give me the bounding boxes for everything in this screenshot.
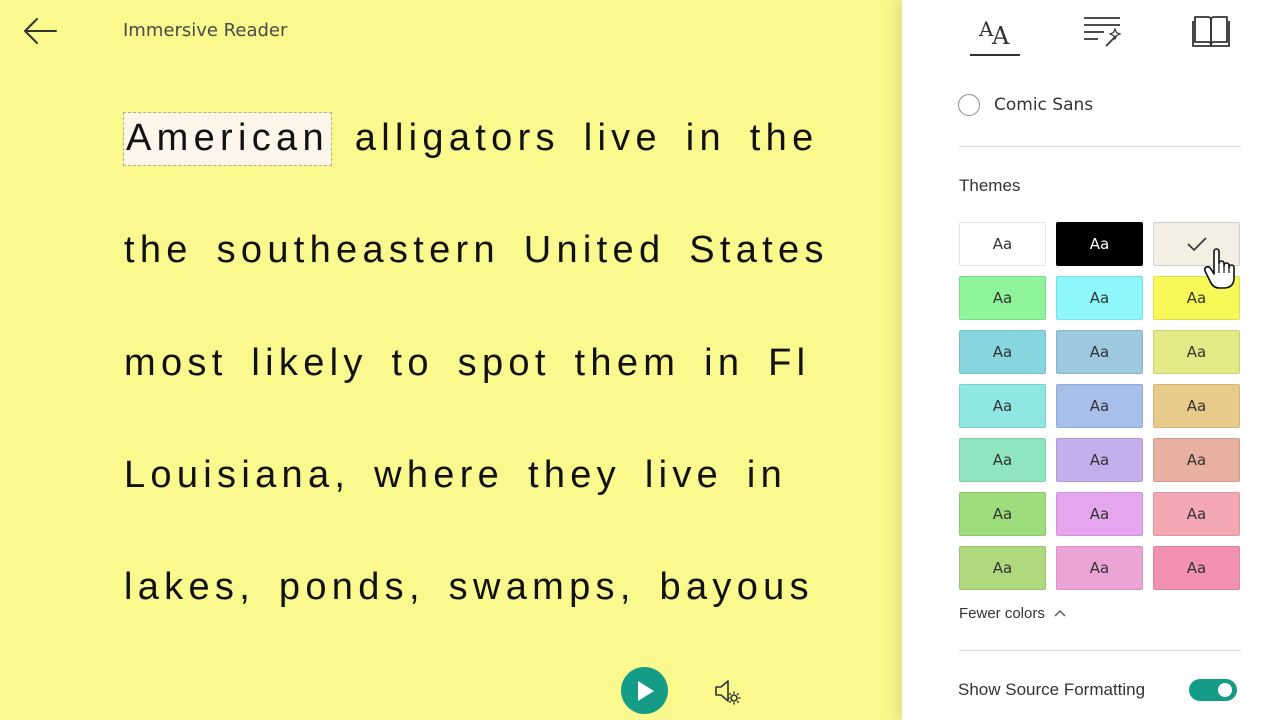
tab-reading-preferences[interactable]: [1186, 8, 1236, 54]
theme-swatch[interactable]: Aa: [1153, 330, 1240, 374]
panel-tabs: A A: [902, 0, 1280, 60]
theme-swatch[interactable]: Aa: [959, 276, 1046, 320]
play-button[interactable]: [621, 667, 668, 714]
theme-swatch-label: Aa: [1186, 289, 1207, 307]
theme-swatch-label: Aa: [992, 343, 1013, 361]
theme-swatch[interactable]: Aa: [1056, 546, 1143, 590]
themes-title: Themes: [959, 176, 1021, 195]
theme-swatch[interactable]: Aa: [1056, 438, 1143, 482]
voice-settings-icon: [715, 680, 741, 705]
theme-swatch-label: Aa: [1186, 451, 1207, 469]
divider: [959, 650, 1241, 651]
theme-swatch-label: Aa: [992, 235, 1013, 253]
theme-swatch-label: Aa: [992, 451, 1013, 469]
hand-cursor-icon: [1203, 248, 1235, 289]
theme-swatch-label: Aa: [1186, 559, 1207, 577]
theme-swatch[interactable]: Aa: [959, 438, 1046, 482]
fewer-colors-button[interactable]: Fewer colors: [959, 605, 1067, 622]
theme-swatch-label: Aa: [992, 505, 1013, 523]
theme-swatch[interactable]: Aa: [959, 546, 1046, 590]
back-arrow-icon: [24, 18, 57, 44]
theme-swatch[interactable]: Aa: [1056, 384, 1143, 428]
theme-swatch-label: Aa: [1089, 235, 1110, 253]
play-icon: [637, 680, 654, 701]
settings-panel: A A Comic Sans Themes Aa Aa Aa Aa Aa Aa Aa Aa Aa…: [902, 0, 1280, 720]
theme-swatch-label: Aa: [1089, 451, 1110, 469]
theme-swatch[interactable]: Aa: [959, 384, 1046, 428]
highlighted-word[interactable]: American: [123, 112, 332, 166]
theme-swatch[interactable]: Aa: [1153, 492, 1240, 536]
theme-swatch[interactable]: Aa: [959, 330, 1046, 374]
theme-swatch[interactable]: Aa: [1056, 276, 1143, 320]
font-radio[interactable]: [958, 94, 980, 116]
theme-swatch[interactable]: Aa: [1153, 546, 1240, 590]
theme-swatch-label: Aa: [1089, 505, 1110, 523]
line-text: alligators live in the: [354, 117, 819, 159]
theme-swatch[interactable]: Aa: [959, 222, 1046, 266]
toggle-knob: [1218, 683, 1232, 697]
theme-swatch-label: Aa: [1089, 559, 1110, 577]
theme-swatch[interactable]: Aa: [1056, 330, 1143, 374]
theme-swatch[interactable]: Aa: [1153, 438, 1240, 482]
theme-swatch-label: Aa: [1186, 397, 1207, 415]
voice-settings-button[interactable]: [713, 677, 743, 707]
text-line: Louisiana, where they live in: [124, 454, 788, 496]
text-line: American alligators live in the: [123, 112, 819, 166]
text-preferences-icon: A A: [978, 17, 1010, 47]
theme-swatch-label: Aa: [992, 289, 1013, 307]
theme-swatch-label: Aa: [992, 559, 1013, 577]
theme-swatch-label: Aa: [1186, 343, 1207, 361]
divider: [959, 146, 1241, 147]
text-line: lakes, ponds, swamps, bayous: [124, 566, 814, 608]
theme-swatch[interactable]: Aa: [1153, 384, 1240, 428]
tab-grammar-options[interactable]: [1077, 8, 1127, 54]
svg-text:A: A: [991, 22, 1010, 47]
reading-preferences-icon: [1192, 16, 1230, 47]
theme-swatch-label: Aa: [992, 397, 1013, 415]
theme-swatch[interactable]: Aa: [959, 492, 1046, 536]
text-line: most likely to spot them in Fl: [124, 342, 811, 384]
chevron-up-icon: [1054, 609, 1066, 616]
fewer-colors-label: Fewer colors: [959, 605, 1045, 622]
reader-area: Immersive Reader American alligators liv…: [0, 0, 902, 720]
theme-swatch-label: Aa: [1089, 397, 1110, 415]
font-option-comic-sans[interactable]: Comic Sans: [958, 94, 1093, 116]
theme-swatch[interactable]: Aa: [1056, 492, 1143, 536]
themes-grid: Aa Aa Aa Aa Aa Aa Aa Aa Aa Aa Aa Aa Aa Aa Aa Aa Aa Aa Aa Aa: [959, 222, 1242, 590]
show-source-formatting-label: Show Source Formatting: [958, 680, 1146, 699]
back-button[interactable]: [22, 14, 58, 48]
tab-text-preferences[interactable]: A A: [970, 8, 1020, 56]
app-title: Immersive Reader: [123, 20, 288, 41]
theme-swatch-label: Aa: [1089, 289, 1110, 307]
theme-swatch-label: Aa: [1089, 343, 1110, 361]
show-source-formatting-toggle[interactable]: [1189, 679, 1237, 701]
grammar-options-icon: [1084, 17, 1122, 47]
text-line: the southeastern United States: [124, 229, 829, 271]
theme-swatch-label: Aa: [1186, 505, 1207, 523]
font-option-label: Comic Sans: [994, 95, 1094, 115]
theme-swatch[interactable]: Aa: [1056, 222, 1143, 266]
show-source-formatting-row: Show Source Formatting: [958, 678, 1241, 704]
